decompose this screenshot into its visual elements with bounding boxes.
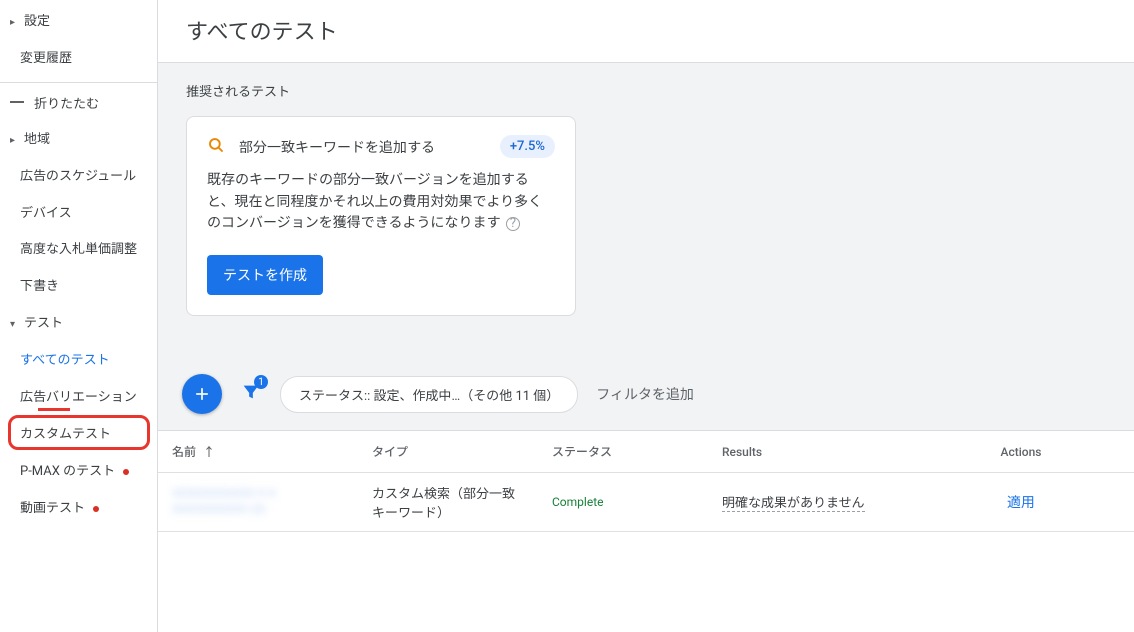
new-dot-icon (123, 469, 129, 475)
sort-ascending-icon: ↑ (203, 445, 215, 459)
collapse-icon (10, 101, 24, 103)
table-row[interactable]: XXXXXXXXXXX X X XXXXXXXXXX (X) カスタム検索（部分… (158, 473, 1134, 532)
sidebar-item-label: 高度な入札単価調整 (20, 242, 137, 259)
filter-row: 1 ステータス:: 設定、作成中…（その他 11 個） フィルタを追加 (158, 320, 1134, 430)
sidebar-item-device[interactable]: デバイス (0, 196, 157, 233)
sidebar-item-label: デバイス (20, 206, 72, 223)
col-header-type[interactable]: タイプ (358, 433, 538, 470)
help-icon[interactable]: ? (506, 217, 520, 231)
cell-name: XXXXXXXXXXX X X XXXXXXXXXX (X) (158, 476, 358, 527)
new-dot-icon (93, 506, 99, 512)
recommended-label: 推奨されるテスト (186, 81, 1106, 100)
sidebar-item-test[interactable]: ▾ テスト (0, 306, 157, 343)
sidebar: ▸ 設定 変更履歴 折りたたむ ▸ 地域 広告のスケジュール デバイス 高度な入… (0, 0, 158, 632)
sidebar-item-label: テスト (24, 316, 63, 333)
sidebar-collapse[interactable]: 折りたたむ (0, 82, 157, 122)
sidebar-item-label: 地域 (24, 132, 50, 149)
sidebar-item-pmax-test[interactable]: P-MAX のテスト (0, 454, 157, 491)
sidebar-item-draft[interactable]: 下書き (0, 269, 157, 306)
sidebar-item-all-tests[interactable]: すべてのテスト (0, 343, 157, 380)
sidebar-item-settings[interactable]: ▸ 設定 (0, 4, 157, 41)
filter-count-badge: 1 (254, 375, 268, 389)
sidebar-item-ad-variations[interactable]: 広告バリエーション (0, 380, 157, 417)
recommended-tests-section: 推奨されるテスト 部分一致キーワードを追加する +7.5% 既存のキーワードの部… (158, 63, 1134, 320)
table-header-row: 名前 ↑ タイプ ステータス Results Actions (158, 431, 1134, 473)
cell-type: カスタム検索（部分一致キーワード） (358, 473, 538, 531)
sidebar-item-label: 折りたたむ (34, 93, 99, 112)
create-test-button[interactable]: テストを作成 (207, 255, 323, 295)
caret-down-icon: ▾ (10, 318, 18, 331)
main-content: すべてのテスト 推奨されるテスト 部分一致キーワードを追加する +7.5% 既存… (158, 0, 1134, 632)
sidebar-item-label: P-MAX のテスト (20, 464, 115, 481)
add-button[interactable] (182, 374, 222, 414)
apply-link[interactable]: 適用 (1007, 495, 1035, 511)
sidebar-item-label: 変更履歴 (20, 51, 72, 68)
col-header-status[interactable]: ステータス (538, 433, 708, 470)
col-header-actions[interactable]: Actions (908, 435, 1134, 469)
filter-chip-status[interactable]: ステータス:: 設定、作成中…（その他 11 個） (280, 376, 578, 413)
redacted-text: XXXXXXXXXXX X X XXXXXXXXXX (X) (172, 486, 344, 517)
sidebar-item-label: 設定 (24, 14, 50, 31)
card-title: 部分一致キーワードを追加する (239, 137, 486, 157)
status-badge: Complete (552, 495, 604, 509)
add-filter-button[interactable]: フィルタを追加 (596, 384, 694, 404)
cell-results: 明確な成果がありません (708, 482, 908, 522)
card-desc-text: 既存のキーワードの部分一致バージョンを追加すると、現在と同程度かそれ以上の費用対… (207, 172, 542, 231)
sidebar-item-change-history[interactable]: 変更履歴 (0, 41, 157, 78)
col-header-label: 名前 (172, 445, 196, 459)
percentage-badge: +7.5% (500, 135, 555, 158)
sidebar-item-label: 広告のスケジュール (20, 169, 136, 186)
sidebar-item-advanced-bid[interactable]: 高度な入札単価調整 (0, 232, 157, 269)
cell-status: Complete (538, 485, 708, 520)
sidebar-item-video-test[interactable]: 動画テスト (0, 491, 157, 528)
col-header-results[interactable]: Results (708, 435, 908, 469)
card-description: 既存のキーワードの部分一致バージョンを追加すると、現在と同程度かそれ以上の費用対… (207, 170, 555, 235)
page-title: すべてのテスト (158, 0, 1134, 63)
sidebar-item-custom-test[interactable]: カスタムテスト (0, 417, 157, 454)
results-text: 明確な成果がありません (722, 492, 865, 512)
sidebar-item-label: 下書き (20, 279, 59, 296)
search-icon (207, 136, 225, 158)
sidebar-item-label: カスタムテスト (20, 427, 111, 444)
sidebar-item-region[interactable]: ▸ 地域 (0, 122, 157, 159)
col-header-name[interactable]: 名前 ↑ (158, 433, 358, 470)
sidebar-item-label: 動画テスト (20, 501, 85, 518)
filter-icon[interactable]: 1 (240, 381, 262, 407)
caret-right-icon: ▸ (10, 16, 18, 29)
recommendation-card: 部分一致キーワードを追加する +7.5% 既存のキーワードの部分一致バージョンを… (186, 116, 576, 316)
tests-table: 名前 ↑ タイプ ステータス Results Actions XXXXXXXXX… (158, 430, 1134, 632)
sidebar-item-ad-schedule[interactable]: 広告のスケジュール (0, 159, 157, 196)
cell-actions: 適用 (908, 482, 1134, 522)
sidebar-item-label: すべてのテスト (20, 353, 110, 370)
caret-right-icon: ▸ (10, 134, 18, 147)
sidebar-item-label: 広告バリエーション (20, 390, 137, 407)
